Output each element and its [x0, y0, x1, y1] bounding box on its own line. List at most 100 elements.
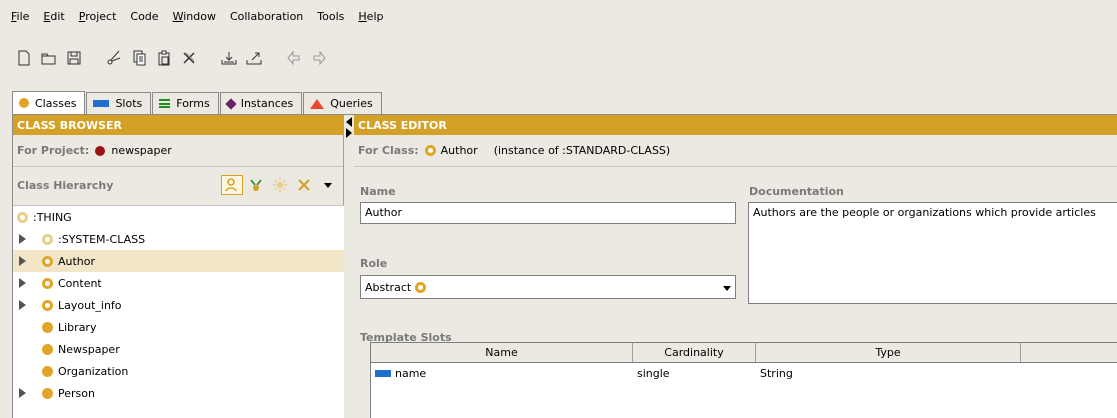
project-icon: [95, 145, 106, 156]
tree-row-author[interactable]: Author: [13, 250, 344, 272]
create-subclass-icon[interactable]: [245, 175, 267, 195]
instance-of-text: (instance of :STANDARD-CLASS): [493, 144, 671, 157]
column-header-name[interactable]: Name: [371, 343, 633, 362]
paste-icon[interactable]: [152, 47, 175, 69]
tree-row-organization[interactable]: Organization: [13, 360, 344, 382]
abstract-class-icon: [42, 277, 53, 289]
tab-slots[interactable]: Slots: [86, 92, 152, 114]
delete-class-icon[interactable]: [293, 175, 315, 195]
tree-row-thing[interactable]: :THING: [13, 206, 344, 228]
for-class-line: For Class: Author (instance of :STANDARD…: [354, 135, 1117, 167]
class-hierarchy-label: Class Hierarchy: [17, 178, 114, 192]
abstract-class-icon: [424, 145, 436, 156]
panel-splitter[interactable]: [344, 115, 354, 418]
class-editor-header: CLASS EDITOR: [354, 115, 1117, 135]
workspace: CLASS BROWSER For Project: newspaper Cla…: [12, 114, 1117, 418]
tab-label: Instances: [240, 97, 294, 110]
collapse-right-icon[interactable]: [346, 128, 352, 138]
tree-label: Organization: [58, 364, 129, 378]
documentation-field[interactable]: Authors are the people or organizations …: [748, 202, 1117, 304]
expand-arrow-icon[interactable]: [19, 234, 26, 244]
class-icon: [42, 387, 53, 399]
open-folder-icon[interactable]: [37, 47, 60, 69]
slot-type-cell: String: [760, 366, 793, 380]
project-name: newspaper: [111, 144, 172, 157]
save-icon[interactable]: [62, 47, 85, 69]
tab-forms[interactable]: Forms: [152, 92, 219, 114]
tab-label: Forms: [176, 97, 210, 110]
import-icon[interactable]: [217, 47, 240, 69]
collapse-left-icon[interactable]: [346, 117, 352, 127]
menu-project[interactable]: Project: [79, 10, 117, 23]
undo-icon[interactable]: [282, 47, 305, 69]
export-icon[interactable]: [242, 47, 265, 69]
tree-label: Content: [58, 276, 102, 290]
delete-icon[interactable]: [177, 47, 200, 69]
class-hierarchy-header: Class Hierarchy: [13, 167, 343, 203]
chevron-down-icon[interactable]: [723, 286, 731, 291]
tree-row-layout-info[interactable]: Layout_info: [13, 294, 344, 316]
hierarchy-toolbar: [219, 175, 339, 195]
slot-cardinality-cell: single: [637, 366, 670, 380]
instance-diamond-icon: [225, 97, 237, 110]
tree-row-system-class[interactable]: :SYSTEM-CLASS: [13, 228, 344, 250]
expand-arrow-icon[interactable]: [19, 388, 26, 398]
name-field[interactable]: Author: [360, 202, 736, 224]
tree-label: Layout_info: [58, 298, 122, 312]
tab-instances[interactable]: Instances: [219, 92, 303, 114]
tree-row-content[interactable]: Content: [13, 272, 344, 294]
column-header-extra: [1021, 343, 1117, 362]
role-select[interactable]: Abstract: [360, 275, 736, 299]
create-class-icon[interactable]: [269, 175, 291, 195]
tab-classes[interactable]: Classes: [12, 91, 86, 114]
tree-label: :SYSTEM-CLASS: [58, 232, 146, 246]
project-line: For Project: newspaper: [13, 135, 343, 167]
column-header-cardinality[interactable]: Cardinality: [633, 343, 756, 362]
class-icon: [42, 343, 53, 355]
tab-label: Slots: [115, 97, 143, 110]
abstract-class-icon: [42, 299, 53, 311]
query-triangle-icon: [310, 98, 325, 109]
view-class-icon[interactable]: [221, 175, 243, 195]
tab-queries[interactable]: Queries: [303, 92, 382, 114]
expand-arrow-icon[interactable]: [19, 300, 26, 310]
class-editor-panel: CLASS EDITOR For Class: Author (instance…: [354, 115, 1117, 418]
dropdown-arrow-icon[interactable]: [317, 175, 339, 195]
tree-label: :THING: [33, 210, 72, 224]
abstract-class-icon: [42, 255, 53, 267]
tree-row-person[interactable]: Person: [13, 382, 344, 404]
redo-icon[interactable]: [307, 47, 330, 69]
main-toolbar: [0, 44, 332, 72]
tree-row-newspaper[interactable]: Newspaper: [13, 338, 344, 360]
slot-name-cell: name: [371, 367, 633, 380]
slot-bar-icon: [375, 369, 391, 377]
menu-file[interactable]: File: [11, 10, 29, 23]
class-browser-panel: CLASS BROWSER For Project: newspaper Cla…: [13, 115, 344, 418]
tree-label: Newspaper: [58, 342, 120, 356]
menu-collaboration[interactable]: Collaboration: [230, 10, 303, 23]
class-name: Author: [440, 144, 478, 157]
column-header-type[interactable]: Type: [756, 343, 1021, 362]
name-label: Name: [360, 185, 396, 198]
table-row[interactable]: name single String: [371, 363, 1117, 383]
menu-tools[interactable]: Tools: [317, 10, 344, 23]
copy-icon[interactable]: [127, 47, 150, 69]
tree-row-library[interactable]: Library: [13, 316, 344, 338]
expand-arrow-icon[interactable]: [19, 278, 26, 288]
menu-edit[interactable]: Edit: [43, 10, 64, 23]
menu-code[interactable]: Code: [130, 10, 158, 23]
menu-window[interactable]: Window: [173, 10, 216, 23]
forms-icon: [159, 99, 171, 108]
class-icon: [42, 321, 53, 333]
tree-label: Person: [58, 386, 95, 400]
new-file-icon[interactable]: [12, 47, 35, 69]
documentation-label: Documentation: [749, 185, 844, 198]
abstract-class-icon: [415, 281, 427, 293]
tab-label: Queries: [330, 97, 373, 110]
cut-icon[interactable]: [102, 47, 125, 69]
abstract-class-icon: [42, 233, 53, 245]
menu-bar: File Edit Project Code Window Collaborat…: [0, 0, 1117, 32]
template-slots-table: Name Cardinality Type name single String: [370, 342, 1117, 418]
expand-arrow-icon[interactable]: [19, 256, 26, 266]
menu-help[interactable]: Help: [358, 10, 383, 23]
